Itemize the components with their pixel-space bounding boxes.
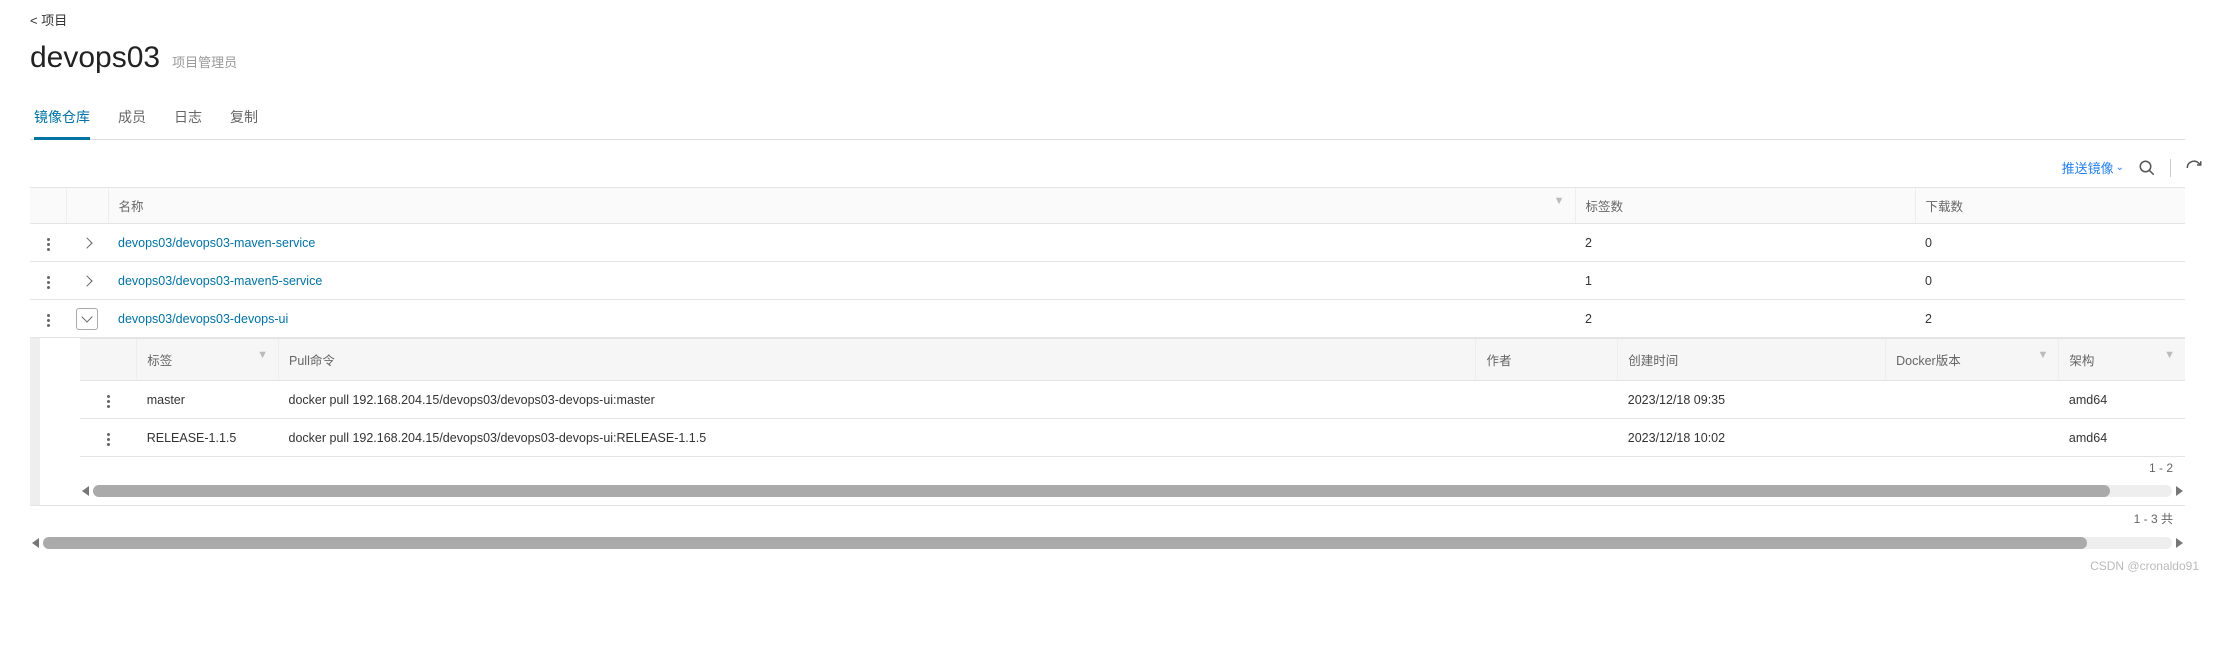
scroll-right-icon[interactable] bbox=[2176, 486, 2183, 496]
col-name[interactable]: 名称 ▼ bbox=[108, 188, 1575, 224]
filter-icon[interactable]: ▼ bbox=[2038, 350, 2049, 361]
toolbar-divider bbox=[2170, 159, 2171, 177]
chevron-down-icon: ⌄ bbox=[2116, 162, 2124, 173]
tab-replication[interactable]: 复制 bbox=[230, 99, 258, 140]
row-menu[interactable] bbox=[103, 429, 114, 450]
cell-arch: amd64 bbox=[2059, 381, 2185, 419]
cell-tags: 2 bbox=[1575, 224, 1915, 262]
table-row: RELEASE-1.1.5 docker pull 192.168.204.15… bbox=[80, 419, 2185, 457]
scroll-left-icon[interactable] bbox=[82, 486, 89, 496]
push-image-link[interactable]: 推送镜像 ⌄ bbox=[2062, 158, 2124, 177]
cell-downloads: 0 bbox=[1915, 224, 2185, 262]
search-icon[interactable] bbox=[2138, 159, 2156, 177]
scroll-left-icon[interactable] bbox=[32, 538, 39, 548]
col-downloads-label: 下载数 bbox=[1926, 200, 1964, 214]
cell-tag: master bbox=[137, 381, 279, 419]
col-tags-label: 标签数 bbox=[1586, 200, 1624, 214]
filter-icon[interactable]: ▼ bbox=[1554, 196, 1565, 207]
col-tag-label: 标签 bbox=[147, 354, 172, 368]
repo-table: 名称 ▼ 标签数 下载数 devops03/devops03-maven-ser… bbox=[30, 187, 2185, 506]
cell-downloads: 2 bbox=[1915, 300, 2185, 338]
cell-tag: RELEASE-1.1.5 bbox=[137, 419, 279, 457]
col-pull[interactable]: Pull命令 bbox=[279, 339, 1476, 381]
push-image-label: 推送镜像 bbox=[2062, 158, 2114, 177]
tab-repos[interactable]: 镜像仓库 bbox=[34, 99, 90, 140]
repo-link[interactable]: devops03/devops03-maven5-service bbox=[118, 274, 322, 288]
row-menu[interactable] bbox=[43, 272, 54, 293]
filter-icon[interactable]: ▼ bbox=[257, 350, 268, 361]
cell-created: 2023/12/18 10:02 bbox=[1618, 419, 1886, 457]
cell-tags: 2 bbox=[1575, 300, 1915, 338]
col-tags[interactable]: 标签数 bbox=[1575, 188, 1915, 224]
expand-toggle[interactable] bbox=[83, 236, 91, 250]
inner-h-scrollbar[interactable] bbox=[80, 483, 2185, 499]
col-name-label: 名称 bbox=[119, 200, 144, 214]
cell-arch: amd64 bbox=[2059, 419, 2185, 457]
breadcrumb-back[interactable]: < 项目 bbox=[30, 10, 67, 29]
repo-link[interactable]: devops03/devops03-maven-service bbox=[118, 236, 315, 250]
col-docker-ver[interactable]: Docker版本 ▼ bbox=[1886, 339, 2059, 381]
col-arch-label: 架构 bbox=[2069, 354, 2094, 368]
col-tag[interactable]: 标签 ▼ bbox=[137, 339, 279, 381]
tab-logs[interactable]: 日志 bbox=[174, 99, 202, 140]
cell-author bbox=[1476, 381, 1618, 419]
table-row: devops03/devops03-maven-service 2 0 bbox=[30, 224, 2185, 262]
row-menu[interactable] bbox=[43, 234, 54, 255]
tab-members[interactable]: 成员 bbox=[118, 99, 146, 140]
row-menu[interactable] bbox=[43, 310, 54, 331]
filter-icon[interactable]: ▼ bbox=[2164, 350, 2175, 361]
col-docker-ver-label: Docker版本 bbox=[1896, 354, 1961, 368]
table-row: devops03/devops03-devops-ui 2 2 bbox=[30, 300, 2185, 338]
expand-toggle[interactable] bbox=[76, 308, 98, 330]
tag-table: 标签 ▼ Pull命令 作者 创建时间 Docker版本 bbox=[80, 338, 2185, 457]
cell-docker-ver bbox=[1886, 381, 2059, 419]
outer-h-scrollbar[interactable] bbox=[30, 535, 2185, 551]
watermark: CSDN @cronaldo91 bbox=[0, 551, 2215, 573]
page-title: devops03 bbox=[30, 41, 160, 75]
expanded-row: 标签 ▼ Pull命令 作者 创建时间 Docker版本 bbox=[30, 338, 2185, 506]
scroll-right-icon[interactable] bbox=[2176, 538, 2183, 548]
col-downloads[interactable]: 下载数 bbox=[1915, 188, 2185, 224]
cell-pull: docker pull 192.168.204.15/devops03/devo… bbox=[279, 419, 1476, 457]
col-author[interactable]: 作者 bbox=[1476, 339, 1618, 381]
table-row: master docker pull 192.168.204.15/devops… bbox=[80, 381, 2185, 419]
inner-pagination: 1 - 2 bbox=[80, 457, 2185, 479]
refresh-icon[interactable] bbox=[2185, 159, 2203, 177]
cell-docker-ver bbox=[1886, 419, 2059, 457]
expansion-bar bbox=[30, 338, 40, 505]
col-created[interactable]: 创建时间 bbox=[1618, 339, 1886, 381]
tab-bar: 镜像仓库 成员 日志 复制 bbox=[30, 99, 2185, 140]
row-menu[interactable] bbox=[103, 391, 114, 412]
cell-created: 2023/12/18 09:35 bbox=[1618, 381, 1886, 419]
cell-downloads: 0 bbox=[1915, 262, 2185, 300]
cell-pull: docker pull 192.168.204.15/devops03/devo… bbox=[279, 381, 1476, 419]
expand-toggle[interactable] bbox=[83, 274, 91, 288]
cell-author bbox=[1476, 419, 1618, 457]
cell-tags: 1 bbox=[1575, 262, 1915, 300]
col-arch[interactable]: 架构 ▼ bbox=[2059, 339, 2185, 381]
outer-pagination: 1 - 3 共 bbox=[30, 506, 2185, 531]
role-label: 项目管理员 bbox=[172, 52, 237, 71]
repo-link[interactable]: devops03/devops03-devops-ui bbox=[118, 312, 288, 326]
table-row: devops03/devops03-maven5-service 1 0 bbox=[30, 262, 2185, 300]
